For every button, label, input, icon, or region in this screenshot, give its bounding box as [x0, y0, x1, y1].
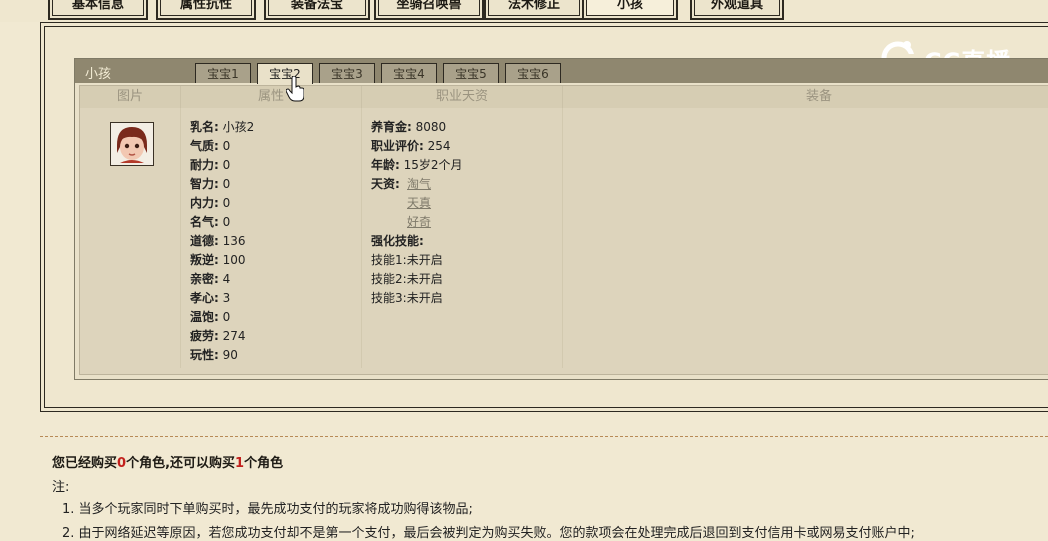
skill-list: 强化技能: 技能1:未开启 技能2:未开启 技能3:未开启 [371, 232, 443, 308]
note-item-1: 1. 当多个玩家同时下单购买时，最先成功支付的玩家将成功购得该物品; [62, 502, 473, 517]
attr-row: 内力: 0 [190, 196, 231, 210]
panel-header: 小孩 宝宝1 宝宝2 宝宝3 宝宝4 宝宝5 宝宝6 [75, 59, 1048, 84]
child-panel: 小孩 宝宝1 宝宝2 宝宝3 宝宝4 宝宝5 宝宝6 图片 属性 职业天资 装备 [74, 58, 1048, 380]
attr-row: 叛逆: 100 [190, 253, 246, 267]
attr-row: 孝心: 3 [190, 291, 231, 305]
note-item-2: 2. 由于网络延迟等原因，若您成功支付却不是第一个支付，最后会被判定为购买失败。… [62, 526, 915, 541]
talent-link-innocent[interactable]: 天真 [407, 194, 431, 213]
panel-title: 小孩 [85, 67, 112, 82]
skill-header: 强化技能: [371, 234, 424, 248]
attr-row: 气质: 0 [190, 139, 231, 153]
column-divider [180, 108, 181, 368]
column-header-picture: 图片 [80, 86, 181, 108]
career-row: 年龄: 15岁2个月 [371, 158, 463, 172]
career-row: 养育金: 8080 [371, 120, 447, 134]
talent-link-curious[interactable]: 好奇 [407, 213, 431, 232]
tab-spell-correction[interactable]: 法术修正 [484, 0, 584, 20]
column-header-attributes: 属性 [181, 86, 362, 108]
attr-row: 名气: 0 [190, 215, 231, 229]
subtab-baby-2[interactable]: 宝宝2 [257, 63, 313, 84]
bought-count: 0 [117, 456, 127, 471]
note-label: 注: [52, 480, 70, 495]
attr-row: 道德: 136 [190, 234, 246, 248]
column-header-career: 职业天资 [362, 86, 563, 108]
subtab-baby-1[interactable]: 宝宝1 [195, 63, 251, 83]
subtab-baby-4[interactable]: 宝宝4 [381, 63, 437, 83]
tab-child[interactable]: 小孩 [582, 0, 678, 20]
hand-cursor-icon [286, 76, 304, 102]
skill-row: 技能3:未开启 [371, 291, 443, 305]
attributes-list: 乳名: 小孩2 气质: 0 耐力: 0 智力: 0 内力: 0 名气: 0 道德… [190, 118, 254, 365]
attr-row: 亲密: 4 [190, 272, 231, 286]
child-avatar [110, 122, 154, 166]
tab-basic-info[interactable]: 基本信息 [48, 0, 148, 20]
child-content: 图片 属性 职业天资 装备 乳名: 小孩2 气质: 0 耐力: 0 智力: 0 … [79, 85, 1048, 375]
attr-row: 乳名: 小孩2 [190, 120, 255, 134]
attr-row: 智力: 0 [190, 177, 231, 191]
skill-row: 技能2:未开启 [371, 272, 443, 286]
purchase-status: 您已经购买0个角色,还可以购买1个角色 [52, 456, 284, 471]
subtab-baby-3[interactable]: 宝宝3 [319, 63, 375, 83]
subtab-baby-6[interactable]: 宝宝6 [505, 63, 561, 83]
talent-link-mischievous[interactable]: 淘气 [407, 175, 431, 194]
top-tab-bar: 基本信息 属性抗性 装备法宝 坐骑召唤兽 法术修正 小孩 外观道具 [0, 0, 1048, 22]
attr-row: 疲劳: 274 [190, 329, 246, 343]
subtab-baby-5[interactable]: 宝宝5 [443, 63, 499, 83]
tab-attributes[interactable]: 属性抗性 [156, 0, 256, 20]
section-divider [40, 436, 1048, 437]
column-divider [361, 108, 362, 368]
attr-row: 玩性: 90 [190, 348, 238, 362]
skill-row: 技能1:未开启 [371, 253, 443, 267]
column-header-equipment: 装备 [563, 86, 1048, 108]
attr-row: 耐力: 0 [190, 158, 231, 172]
tab-mounts-summons[interactable]: 坐骑召唤兽 [374, 0, 484, 20]
remaining-count: 1 [235, 456, 245, 471]
attr-row: 温饱: 0 [190, 310, 231, 324]
tab-equipment[interactable]: 装备法宝 [264, 0, 370, 20]
column-divider [562, 108, 563, 368]
tab-appearance[interactable]: 外观道具 [690, 0, 784, 20]
career-row: 职业评价: 254 [371, 139, 451, 153]
